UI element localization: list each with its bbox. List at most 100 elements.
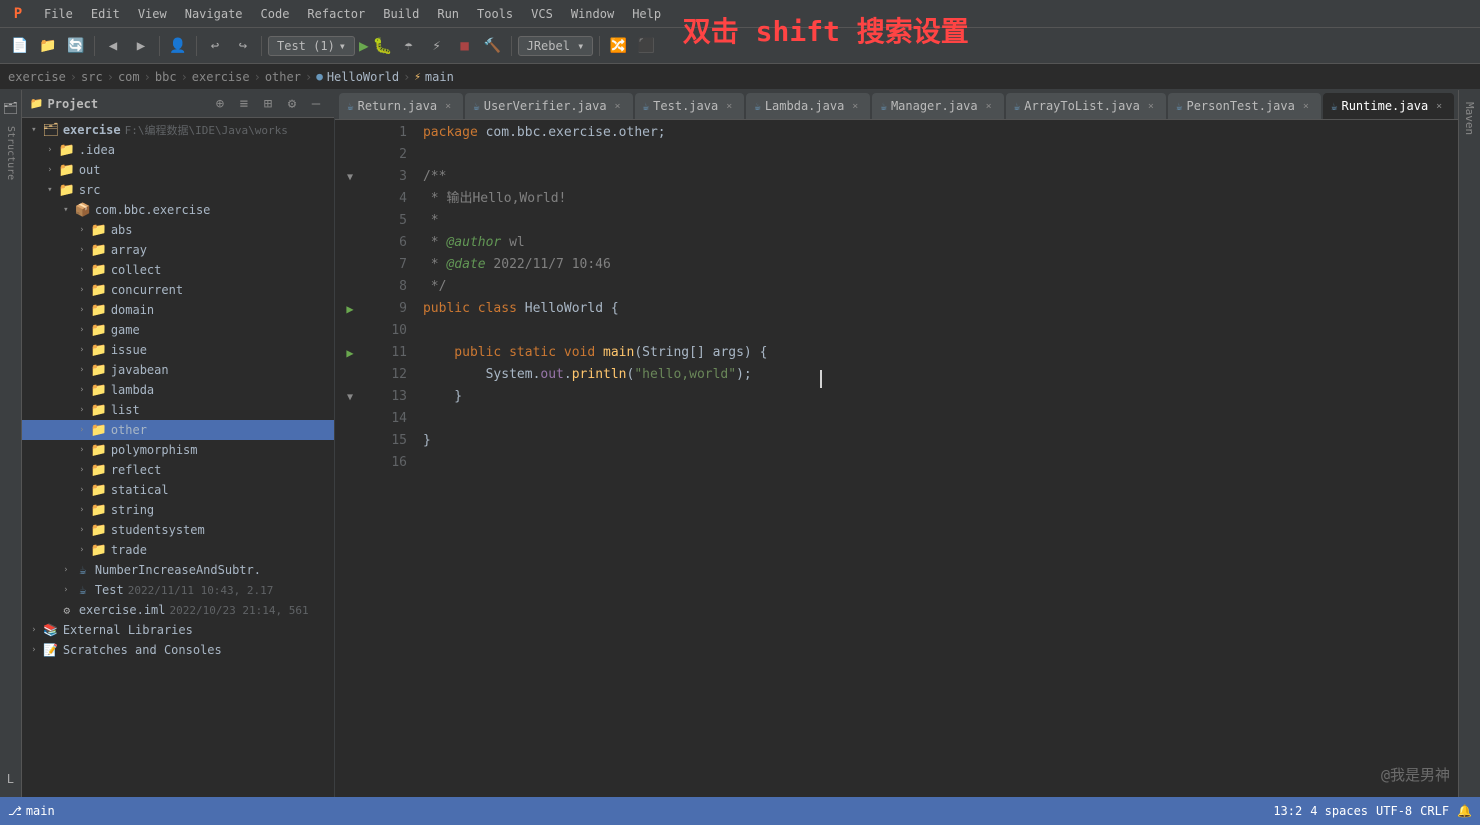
new-file-button[interactable]: 📄 bbox=[8, 34, 32, 58]
project-settings-button[interactable]: ⚙ bbox=[282, 94, 302, 114]
tree-item-string[interactable]: › 📁 string bbox=[22, 500, 334, 520]
tree-arrow-out[interactable]: › bbox=[42, 165, 58, 175]
fold-icon-3[interactable]: ▼ bbox=[347, 172, 353, 183]
run-button[interactable]: ▶ bbox=[359, 36, 369, 55]
tree-item-trade[interactable]: › 📁 trade bbox=[22, 540, 334, 560]
debug-button[interactable]: 🐛 bbox=[373, 36, 393, 55]
tree-item-reflect[interactable]: › 📁 reflect bbox=[22, 460, 334, 480]
tree-arrow-domain[interactable]: › bbox=[74, 305, 90, 315]
tree-item-studentsystem[interactable]: › 📁 studentsystem bbox=[22, 520, 334, 540]
redo-button[interactable]: ↪ bbox=[231, 34, 255, 58]
breadcrumb-helloworld[interactable]: HelloWorld bbox=[327, 70, 399, 84]
expand-all-button[interactable]: ⊞ bbox=[258, 94, 278, 114]
tree-arrow-studentsystem[interactable]: › bbox=[74, 525, 90, 535]
tree-item-polymorphism[interactable]: › 📁 polymorphism bbox=[22, 440, 334, 460]
breadcrumb-com[interactable]: com bbox=[118, 70, 140, 84]
tree-arrow-com-bbc[interactable]: ▾ bbox=[58, 205, 74, 215]
menu-edit[interactable]: Edit bbox=[83, 5, 128, 23]
breadcrumb-other[interactable]: other bbox=[265, 70, 301, 84]
tree-arrow-reflect[interactable]: › bbox=[74, 465, 90, 475]
tab-test-close[interactable]: × bbox=[722, 99, 736, 113]
coverage-button[interactable]: ☂ bbox=[397, 34, 421, 58]
tab-manager-close[interactable]: × bbox=[982, 99, 996, 113]
tab-userverifier-close[interactable]: × bbox=[611, 99, 625, 113]
menu-help[interactable]: Help bbox=[624, 5, 669, 23]
encoding-item[interactable]: UTF-8 bbox=[1376, 804, 1412, 818]
menu-run[interactable]: Run bbox=[429, 5, 467, 23]
tree-arrow-javabean[interactable]: › bbox=[74, 365, 90, 375]
tree-item-com-bbc[interactable]: ▾ 📦 com.bbc.exercise bbox=[22, 200, 334, 220]
jrebel-button[interactable]: JRebel ▾ bbox=[518, 36, 594, 56]
tree-item-array[interactable]: › 📁 array bbox=[22, 240, 334, 260]
open-button[interactable]: 📁 bbox=[36, 34, 60, 58]
tab-persontest-java[interactable]: ☕ PersonTest.java × bbox=[1168, 93, 1321, 119]
fold-icon-13[interactable]: ▼ bbox=[347, 392, 353, 403]
tree-item-other[interactable]: › 📁 other bbox=[22, 420, 334, 440]
stop-process-button[interactable]: ⬛ bbox=[634, 34, 658, 58]
tab-lambda-close[interactable]: × bbox=[848, 99, 862, 113]
tree-item-issue[interactable]: › 📁 issue bbox=[22, 340, 334, 360]
run-config-selector[interactable]: Test (1) ▾ bbox=[268, 36, 355, 56]
breadcrumb-main[interactable]: main bbox=[425, 70, 454, 84]
tree-item-domain[interactable]: › 📁 domain bbox=[22, 300, 334, 320]
vcs-button[interactable]: 🔀 bbox=[606, 34, 630, 58]
code-content[interactable]: package com.bbc.exercise.other; /** * 输出… bbox=[415, 120, 1458, 797]
tab-runtime-close[interactable]: × bbox=[1432, 99, 1446, 113]
menu-view[interactable]: View bbox=[130, 5, 175, 23]
tab-persontest-close[interactable]: × bbox=[1299, 99, 1313, 113]
sync-button[interactable]: 🔄 bbox=[64, 34, 88, 58]
tree-item-idea[interactable]: › 📁 .idea bbox=[22, 140, 334, 160]
tab-arraytolist-java[interactable]: ☕ ArrayToList.java × bbox=[1006, 93, 1166, 119]
tree-item-external-libs[interactable]: › 📚 External Libraries bbox=[22, 620, 334, 640]
menu-build[interactable]: Build bbox=[375, 5, 427, 23]
maven-tab[interactable]: Maven bbox=[1461, 94, 1478, 143]
run-icon-11[interactable]: ▶ bbox=[346, 346, 353, 360]
tree-arrow-string[interactable]: › bbox=[74, 505, 90, 515]
run-icon-9[interactable]: ▶ bbox=[346, 302, 353, 316]
tree-item-statical[interactable]: › 📁 statical bbox=[22, 480, 334, 500]
tree-arrow-numberincrease[interactable]: › bbox=[58, 565, 74, 575]
tree-arrow-exercise[interactable]: ▾ bbox=[26, 125, 42, 135]
tree-arrow-src[interactable]: ▾ bbox=[42, 185, 58, 195]
line-sep-item[interactable]: CRLF bbox=[1420, 804, 1449, 818]
back-button[interactable]: ◀ bbox=[101, 34, 125, 58]
tree-item-abs[interactable]: › 📁 abs bbox=[22, 220, 334, 240]
tree-arrow-concurrent[interactable]: › bbox=[74, 285, 90, 295]
editor-content[interactable]: ▼ ▶ ▶ ▼ bbox=[335, 120, 1458, 797]
menu-tools[interactable]: Tools bbox=[469, 5, 521, 23]
undo-button[interactable]: ↩ bbox=[203, 34, 227, 58]
tree-item-exercise-iml[interactable]: ⚙ exercise.iml 2022/10/23 21:14, 561 bbox=[22, 600, 334, 620]
tree-arrow-trade[interactable]: › bbox=[74, 545, 90, 555]
tree-arrow-lambda[interactable]: › bbox=[74, 385, 90, 395]
menu-window[interactable]: Window bbox=[563, 5, 622, 23]
project-side-tab[interactable]: 🗂 bbox=[0, 98, 20, 118]
tree-item-numberincrease[interactable]: › ☕ NumberIncreaseAndSubtr. bbox=[22, 560, 334, 580]
indent-item[interactable]: 4 spaces bbox=[1310, 804, 1368, 818]
build-button[interactable]: 🔨 bbox=[481, 34, 505, 58]
breadcrumb-exercise2[interactable]: exercise bbox=[192, 70, 250, 84]
tree-item-scratches[interactable]: › 📝 Scratches and Consoles bbox=[22, 640, 334, 660]
tree-item-src[interactable]: ▾ 📁 src bbox=[22, 180, 334, 200]
tree-item-game[interactable]: › 📁 game bbox=[22, 320, 334, 340]
tree-arrow-other[interactable]: › bbox=[74, 425, 90, 435]
tab-return-close[interactable]: × bbox=[441, 99, 455, 113]
collapse-all-button[interactable]: ≡ bbox=[234, 94, 254, 114]
tab-userverifier-java[interactable]: ☕ UserVerifier.java × bbox=[465, 93, 632, 119]
tree-arrow-external-libs[interactable]: › bbox=[26, 625, 42, 635]
tree-item-out[interactable]: › 📁 out bbox=[22, 160, 334, 180]
tab-runtime-java[interactable]: ☕ Runtime.java × bbox=[1323, 93, 1454, 119]
tree-item-list[interactable]: › 📁 list bbox=[22, 400, 334, 420]
tree-arrow-polymorphism[interactable]: › bbox=[74, 445, 90, 455]
tab-lambda-java[interactable]: ☕ Lambda.java × bbox=[746, 93, 870, 119]
tree-arrow-collect[interactable]: › bbox=[74, 265, 90, 275]
tree-arrow-test[interactable]: › bbox=[58, 585, 74, 595]
tree-arrow-issue[interactable]: › bbox=[74, 345, 90, 355]
tree-arrow-game[interactable]: › bbox=[74, 325, 90, 335]
cursor-position-item[interactable]: 13:2 bbox=[1273, 804, 1302, 818]
tree-arrow-list[interactable]: › bbox=[74, 405, 90, 415]
tree-item-concurrent[interactable]: › 📁 concurrent bbox=[22, 280, 334, 300]
tree-arrow-scratches[interactable]: › bbox=[26, 645, 42, 655]
tree-item-lambda[interactable]: › 📁 lambda bbox=[22, 380, 334, 400]
notifications-item[interactable]: 🔔 bbox=[1457, 804, 1472, 818]
locate-in-tree-button[interactable]: ⊕ bbox=[210, 94, 230, 114]
